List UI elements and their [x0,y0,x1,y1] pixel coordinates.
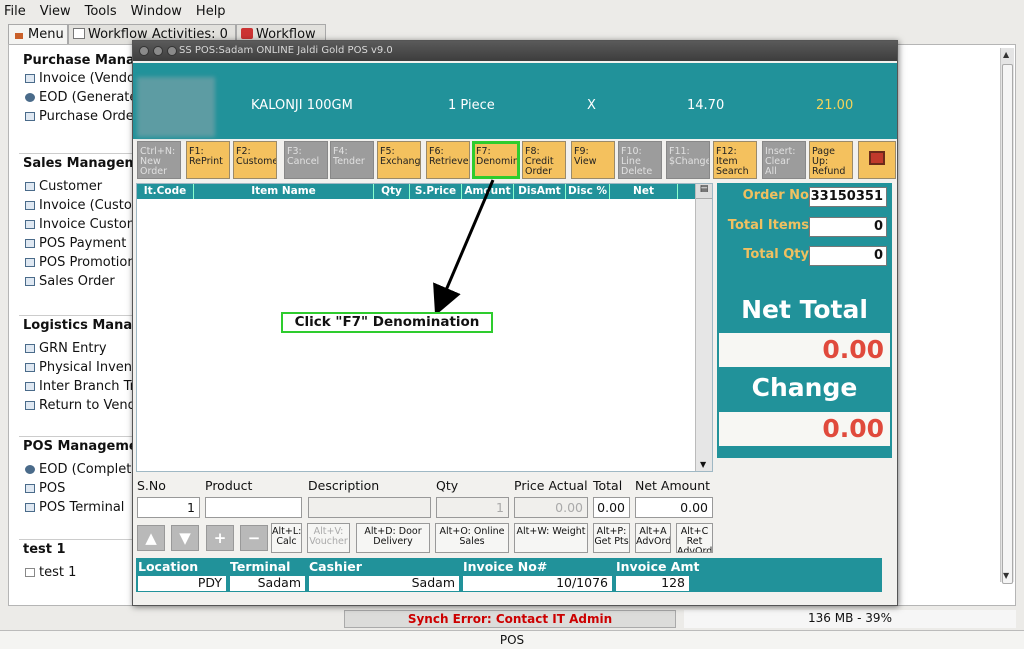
annotation-arrow [433,179,495,316]
instruction-callout: Click "F7" Denomination [281,312,493,333]
